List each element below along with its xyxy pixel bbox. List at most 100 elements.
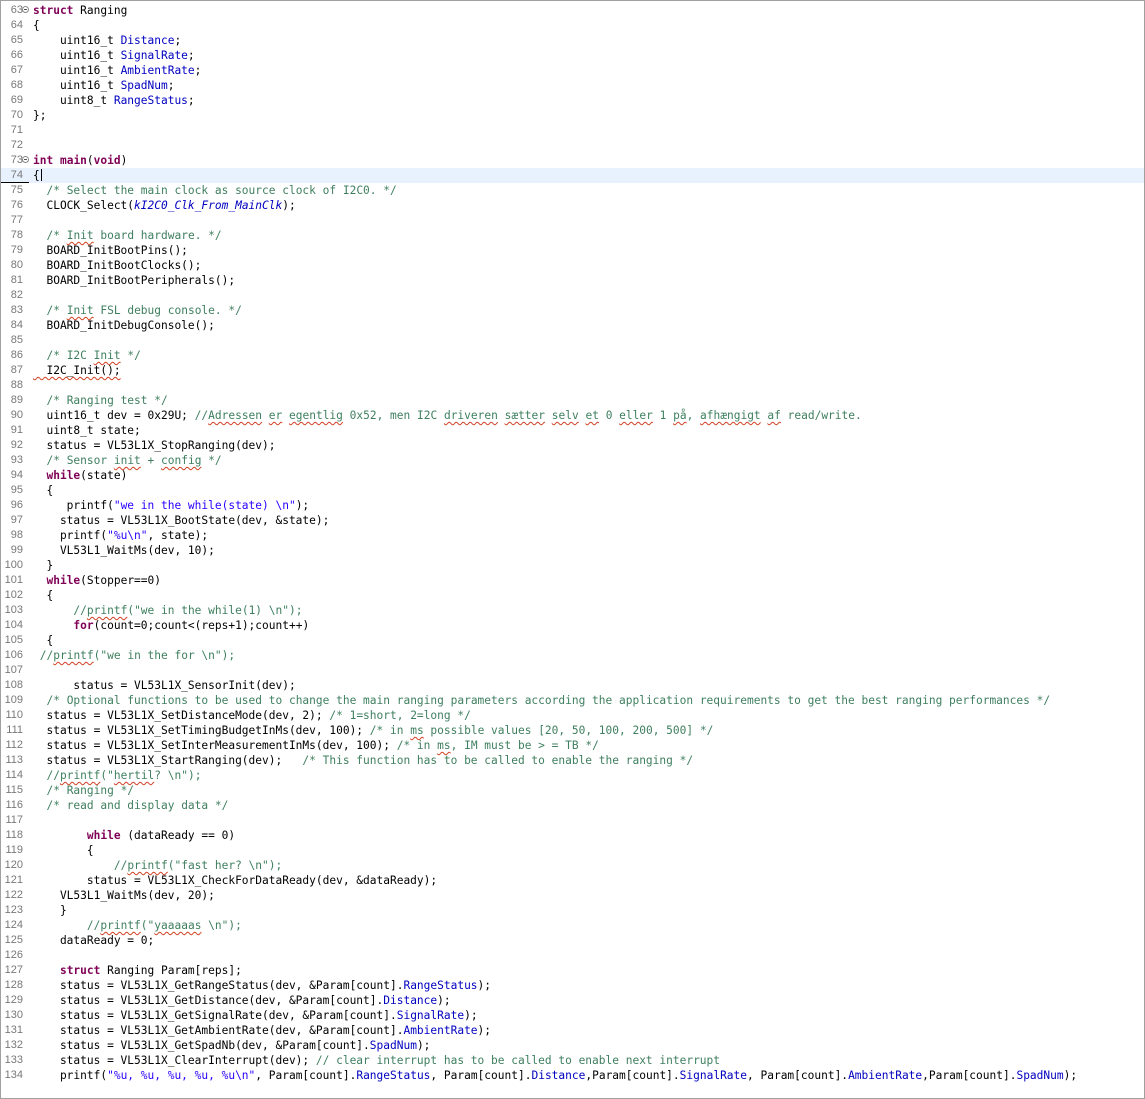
code-token: status = VL53L1X_GetRangeStatus(dev, &Pa… <box>33 979 404 992</box>
code-line[interactable]: 133 status = VL53L1X_ClearInterrupt(dev)… <box>1 1053 1144 1068</box>
code-line[interactable]: 105 { <box>1 633 1144 648</box>
code-line[interactable]: 126 <box>1 948 1144 963</box>
code-text: status = VL53L1X_GetSpadNb(dev, &Param[c… <box>33 1038 430 1053</box>
code-token: + <box>140 454 162 467</box>
code-line[interactable]: 125 dataReady = 0; <box>1 933 1144 948</box>
fold-collapse-icon[interactable] <box>22 6 29 13</box>
code-line[interactable]: 108 status = VL53L1X_SensorInit(dev); <box>1 678 1144 693</box>
code-editor[interactable]: 63 struct Ranging 64 {65 uint16_t Distance;… <box>0 0 1145 1099</box>
code-line[interactable]: 86 /* I2C Init */ <box>1 348 1144 363</box>
code-line[interactable]: 83 /* Init FSL debug console. */ <box>1 303 1144 318</box>
code-token: status = VL53L1X_SensorInit(dev); <box>33 679 296 692</box>
code-line[interactable]: 82 <box>1 288 1144 303</box>
code-line[interactable]: 112 status = VL53L1X_SetInterMeasurement… <box>1 738 1144 753</box>
code-line[interactable]: 96 printf("we in the while(state) \n"); <box>1 498 1144 513</box>
code-line[interactable]: 98 printf("%u\n", state); <box>1 528 1144 543</box>
code-line[interactable]: 99 VL53L1_WaitMs(dev, 10); <box>1 543 1144 558</box>
code-line[interactable]: 68 uint16_t SpadNum; <box>1 78 1144 93</box>
code-line[interactable]: 88 <box>1 378 1144 393</box>
code-line[interactable]: 127 struct Ranging Param[reps]; <box>1 963 1144 978</box>
code-line[interactable]: 107 <box>1 663 1144 678</box>
code-text: } <box>33 558 53 573</box>
code-line[interactable]: 91 uint8_t state; <box>1 423 1144 438</box>
code-line[interactable]: 110 status = VL53L1X_SetDistanceMode(dev… <box>1 708 1144 723</box>
code-token: ; <box>167 79 175 92</box>
code-line[interactable]: 123 } <box>1 903 1144 918</box>
code-line[interactable]: 94 while(state) <box>1 468 1144 483</box>
code-token: SpadNum <box>369 1039 417 1052</box>
code-line[interactable]: 114 //printf("hertil? \n"); <box>1 768 1144 783</box>
code-line[interactable]: 66 uint16_t SignalRate; <box>1 48 1144 63</box>
fold-collapse-icon[interactable] <box>22 156 29 163</box>
code-line[interactable]: 77 <box>1 213 1144 228</box>
code-line[interactable]: 79 BOARD_InitBootPins(); <box>1 243 1144 258</box>
code-line[interactable]: 131 status = VL53L1X_GetAmbientRate(dev,… <box>1 1023 1144 1038</box>
code-line[interactable]: 63 struct Ranging <box>1 3 1144 18</box>
code-text: dataReady = 0; <box>33 933 154 948</box>
code-line[interactable]: 121 status = VL53L1X_CheckForDataReady(d… <box>1 873 1144 888</box>
line-number: 104 <box>4 619 23 631</box>
code-line[interactable]: 128 status = VL53L1X_GetRangeStatus(dev,… <box>1 978 1144 993</box>
code-line[interactable]: 67 uint16_t AmbientRate; <box>1 63 1144 78</box>
code-line[interactable]: 130 status = VL53L1X_GetSignalRate(dev, … <box>1 1008 1144 1023</box>
code-line[interactable]: 73 int main(void) <box>1 153 1144 168</box>
code-text: /* read and display data */ <box>33 798 228 813</box>
code-token: /* Ranging test */ <box>46 394 168 407</box>
code-token: ); <box>464 1009 478 1022</box>
code-line[interactable]: 64 { <box>1 18 1144 33</box>
code-line[interactable]: 119 { <box>1 843 1144 858</box>
code-line[interactable]: 93 /* Sensor init + config */ <box>1 453 1144 468</box>
code-line[interactable]: 118 while (dataReady == 0) <box>1 828 1144 843</box>
code-line[interactable]: 89 /* Ranging test */ <box>1 393 1144 408</box>
code-line[interactable]: 74 { <box>1 168 1144 183</box>
code-line[interactable]: 81 BOARD_InitBootPeripherals(); <box>1 273 1144 288</box>
code-line[interactable]: 132 status = VL53L1X_GetSpadNb(dev, &Par… <box>1 1038 1144 1053</box>
code-line[interactable]: 95 { <box>1 483 1144 498</box>
code-token: "we in the while(state) \n" <box>113 499 296 512</box>
code-line[interactable]: 69 uint8_t RangeStatus; <box>1 93 1144 108</box>
code-line[interactable]: 71 <box>1 123 1144 138</box>
code-line[interactable]: 70}; <box>1 108 1144 123</box>
code-line[interactable]: 101 while(Stopper==0) <box>1 573 1144 588</box>
code-line[interactable]: 116 /* read and display data */ <box>1 798 1144 813</box>
code-line[interactable]: 90 uint16_t dev = 0x29U; //Adressen er e… <box>1 408 1144 423</box>
code-line[interactable]: 85 <box>1 333 1144 348</box>
code-token: while <box>86 829 121 842</box>
line-number: 63 <box>10 4 23 16</box>
code-line[interactable]: 76 CLOCK_Select(kI2C0_Clk_From_MainClk); <box>1 198 1144 213</box>
code-line[interactable]: 111 status = VL53L1X_SetTimingBudgetInMs… <box>1 723 1144 738</box>
code-line[interactable]: 113 status = VL53L1X_StartRanging(dev); … <box>1 753 1144 768</box>
code-line[interactable]: 124 //printf("yaaaaas \n"); <box>1 918 1144 933</box>
code-line[interactable]: 92 status = VL53L1X_StopRanging(dev); <box>1 438 1144 453</box>
line-number: 102 <box>4 589 23 601</box>
code-line[interactable]: 134 printf("%u, %u, %u, %u, %u\n", Param… <box>1 1068 1144 1083</box>
line-number: 84 <box>10 319 23 331</box>
code-line[interactable]: 78 /* Init board hardware. */ <box>1 228 1144 243</box>
code-lines[interactable]: 63 struct Ranging 64 {65 uint16_t Distance;… <box>1 3 1144 1083</box>
code-line[interactable]: 65 uint16_t Distance; <box>1 33 1144 48</box>
code-line[interactable]: 117 <box>1 813 1144 828</box>
code-text: //printf("we in the while(1) \n"); <box>33 603 302 618</box>
code-line[interactable]: 102 { <box>1 588 1144 603</box>
code-line[interactable]: 75 /* Select the main clock as source cl… <box>1 183 1144 198</box>
code-line[interactable]: 115 /* Ranging */ <box>1 783 1144 798</box>
code-token: , Param[count]. <box>430 1069 532 1082</box>
code-line[interactable]: 120 //printf("fast her? \n"); <box>1 858 1144 873</box>
code-token: // clear interrupt has to be called to e… <box>315 1054 721 1067</box>
code-line[interactable]: 122 VL53L1_WaitMs(dev, 20); <box>1 888 1144 903</box>
code-line[interactable]: 84 BOARD_InitDebugConsole(); <box>1 318 1144 333</box>
code-text: /* Init board hardware. */ <box>33 228 221 243</box>
code-line[interactable]: 72 <box>1 138 1144 153</box>
code-token: (count=0;count<(reps+1);count++) <box>93 619 310 632</box>
code-line[interactable]: 104 for(count=0;count<(reps+1);count++) <box>1 618 1144 633</box>
code-line[interactable]: 97 status = VL53L1X_BootState(dev, &stat… <box>1 513 1144 528</box>
code-line[interactable]: 106 //printf("we in the for \n"); <box>1 648 1144 663</box>
code-line[interactable]: 129 status = VL53L1X_GetDistance(dev, &P… <box>1 993 1144 1008</box>
code-line[interactable]: 103 //printf("we in the while(1) \n"); <box>1 603 1144 618</box>
code-line[interactable]: 80 BOARD_InitBootClocks(); <box>1 258 1144 273</box>
code-line[interactable]: 87 I2C_Init(); <box>1 363 1144 378</box>
code-token: Init <box>66 229 94 242</box>
code-line[interactable]: 100 } <box>1 558 1144 573</box>
code-line[interactable]: 109 /* Optional functions to be used to … <box>1 693 1144 708</box>
